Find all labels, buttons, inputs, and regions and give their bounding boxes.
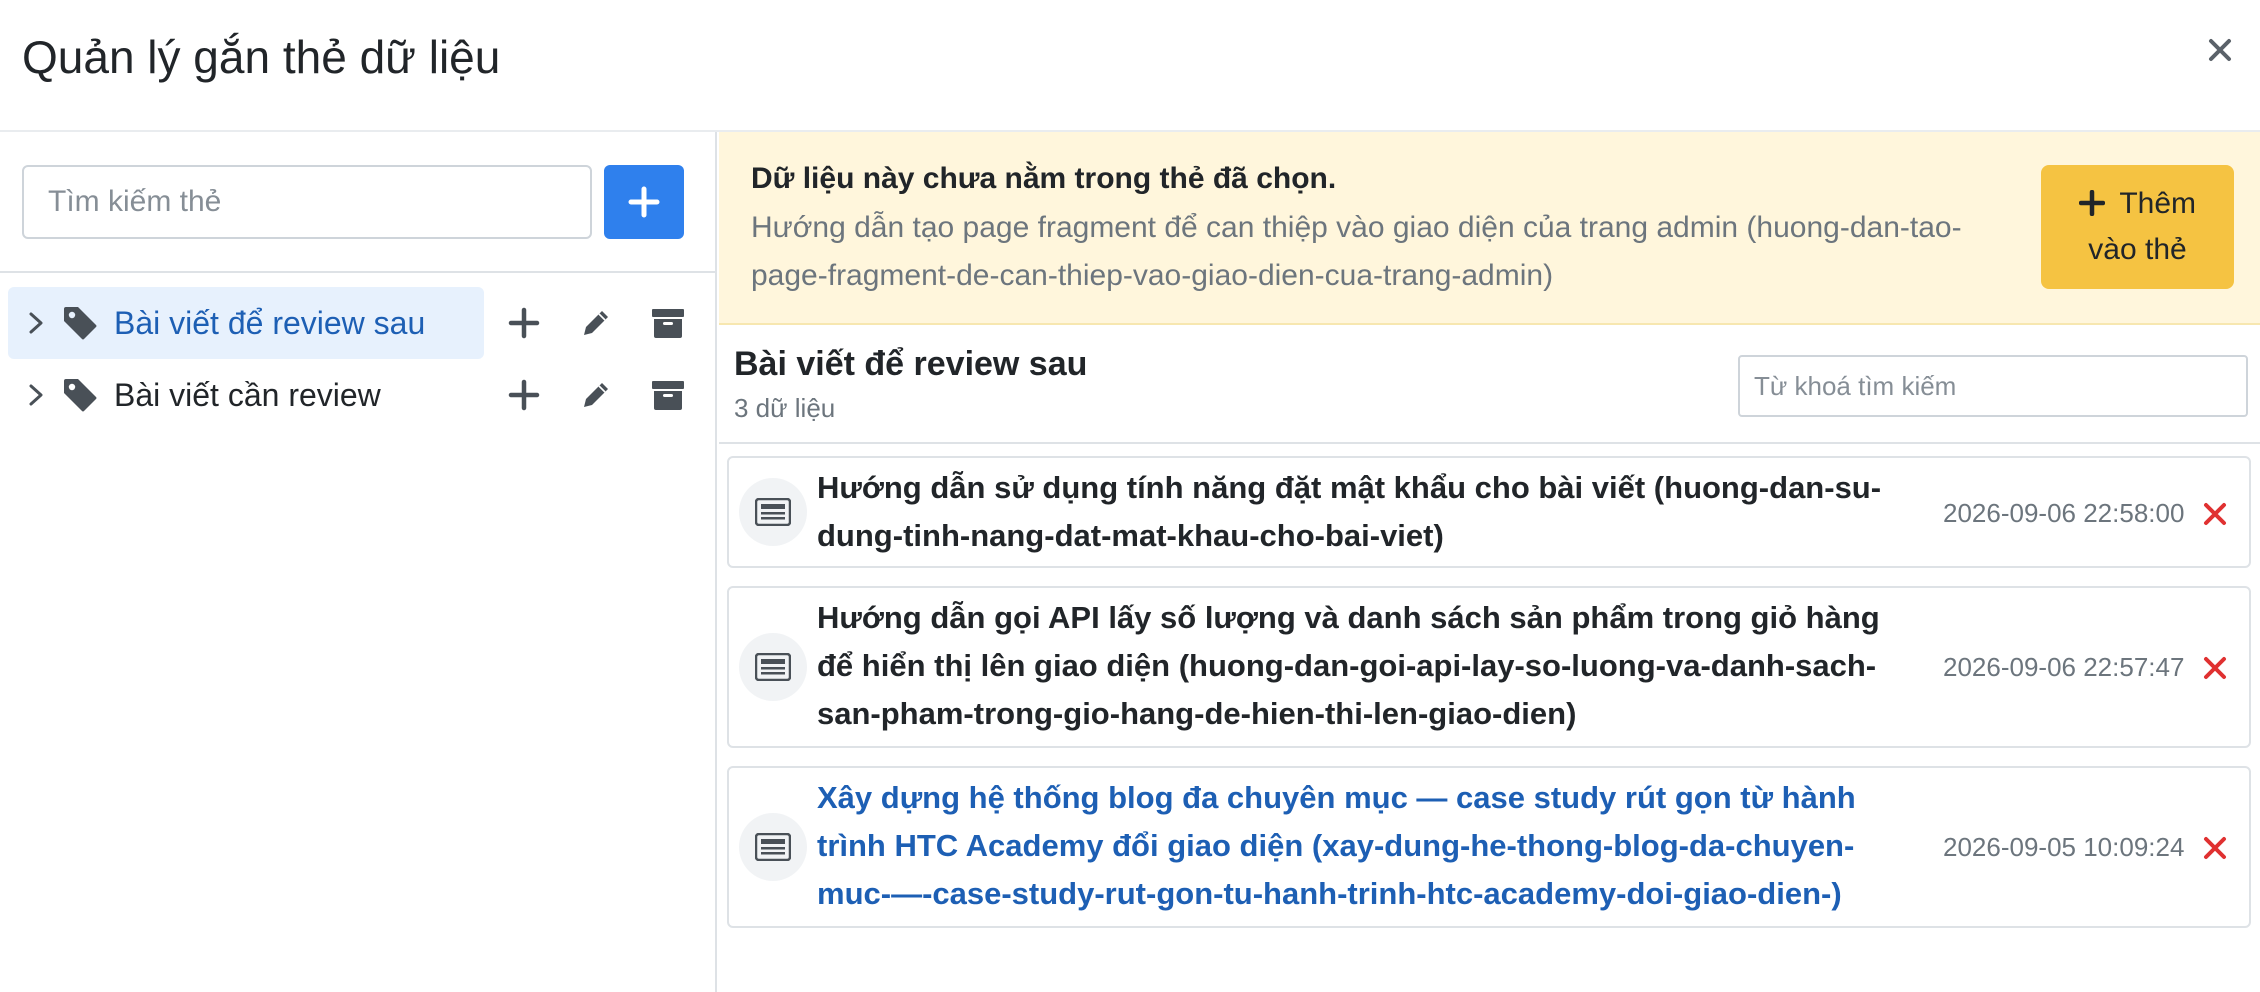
add-to-tag-label-line1: Thêm bbox=[2119, 187, 2197, 220]
add-tag-button[interactable] bbox=[604, 165, 684, 239]
list-item: Xây dựng hệ thống blog đa chuyên mục — c… bbox=[727, 766, 2251, 928]
add-to-tag-button[interactable]: Thêm vào thẻ bbox=[2041, 165, 2234, 289]
remove-icon bbox=[2204, 503, 2226, 525]
list-item: Hướng dẫn sử dụng tính năng đặt mật khẩu… bbox=[727, 456, 2251, 568]
edit-tag-button[interactable] bbox=[576, 303, 616, 343]
plus-icon bbox=[628, 186, 660, 218]
item-title: Hướng dẫn gọi API lấy số lượng và danh s… bbox=[817, 600, 1880, 731]
tag-sidebar: Bài viết để review sau bbox=[0, 132, 717, 992]
chevron-right-icon[interactable] bbox=[22, 381, 50, 409]
tag-list: Bài viết để review sau Bài viết cần revi… bbox=[0, 287, 717, 431]
item-date: 2026-09-05 10:09:24 bbox=[1943, 832, 2185, 862]
tag-actions bbox=[504, 287, 720, 359]
plus-icon bbox=[508, 307, 540, 339]
list-title: Bài viết để review sau bbox=[734, 345, 1088, 383]
remove-icon bbox=[2204, 657, 2226, 679]
modal-title: Quản lý gắn thẻ dữ liệu bbox=[22, 31, 501, 83]
item-title-link[interactable]: Xây dựng hệ thống blog đa chuyên mục — c… bbox=[817, 774, 1917, 918]
modal-header: Quản lý gắn thẻ dữ liệu bbox=[0, 0, 2260, 132]
tag-label: Bài viết để review sau bbox=[114, 304, 426, 341]
remove-item-button[interactable] bbox=[2197, 830, 2233, 866]
tag-icon bbox=[60, 303, 100, 343]
add-to-tag-label-line2: vào thẻ bbox=[2088, 233, 2187, 266]
newspaper-icon bbox=[739, 633, 807, 701]
tag-content-panel: Dữ liệu này chưa nằm trong thẻ đã chọn. … bbox=[719, 132, 2260, 992]
tag-item-need-review[interactable]: Bài viết cần review bbox=[8, 359, 484, 431]
remove-item-button[interactable] bbox=[2197, 650, 2233, 686]
close-icon bbox=[2209, 39, 2231, 61]
archive-icon bbox=[652, 309, 684, 338]
pencil-icon bbox=[584, 383, 608, 407]
newspaper-icon bbox=[739, 478, 807, 546]
tag-manager-modal: Quản lý gắn thẻ dữ liệu Tìm kiếm thẻ Bài… bbox=[0, 0, 2260, 992]
plus-icon bbox=[508, 379, 540, 411]
tag-row: Bài viết cần review bbox=[0, 359, 717, 431]
edit-tag-button[interactable] bbox=[576, 375, 616, 415]
archive-icon bbox=[652, 381, 684, 410]
list-item: Hướng dẫn gọi API lấy số lượng và danh s… bbox=[727, 586, 2251, 748]
tag-item-review-later[interactable]: Bài viết để review sau bbox=[8, 287, 484, 359]
pencil-icon bbox=[584, 311, 608, 335]
tag-actions bbox=[504, 359, 720, 431]
list-count: 3 dữ liệu bbox=[734, 393, 836, 423]
archive-tag-button[interactable] bbox=[648, 303, 688, 343]
archive-tag-button[interactable] bbox=[648, 375, 688, 415]
item-date: 2026-09-06 22:58:00 bbox=[1943, 498, 2185, 528]
remove-icon bbox=[2204, 837, 2226, 859]
item-date: 2026-09-06 22:57:47 bbox=[1943, 652, 2185, 682]
newspaper-icon bbox=[739, 813, 807, 881]
plus-icon bbox=[2078, 187, 2113, 220]
remove-item-button[interactable] bbox=[2197, 496, 2233, 532]
tag-search-row bbox=[0, 132, 717, 273]
item-title: Hướng dẫn sử dụng tính năng đặt mật khẩu… bbox=[817, 470, 1882, 553]
tag-search-input[interactable] bbox=[22, 165, 592, 239]
chevron-right-icon[interactable] bbox=[22, 309, 50, 337]
tag-row: Bài viết để review sau bbox=[0, 287, 717, 359]
keyword-search-input[interactable] bbox=[1738, 355, 2248, 417]
close-button[interactable] bbox=[2198, 28, 2242, 72]
alert-title: Dữ liệu này chưa nằm trong thẻ đã chọn. bbox=[751, 162, 1337, 195]
tag-label: Bài viết cần review bbox=[114, 376, 381, 413]
not-in-tag-alert: Dữ liệu này chưa nằm trong thẻ đã chọn. … bbox=[719, 132, 2260, 325]
add-child-tag-button[interactable] bbox=[504, 303, 544, 343]
tag-icon bbox=[60, 375, 100, 415]
alert-description: Hướng dẫn tạo page fragment để can thiệp… bbox=[751, 211, 1962, 292]
add-child-tag-button[interactable] bbox=[504, 375, 544, 415]
